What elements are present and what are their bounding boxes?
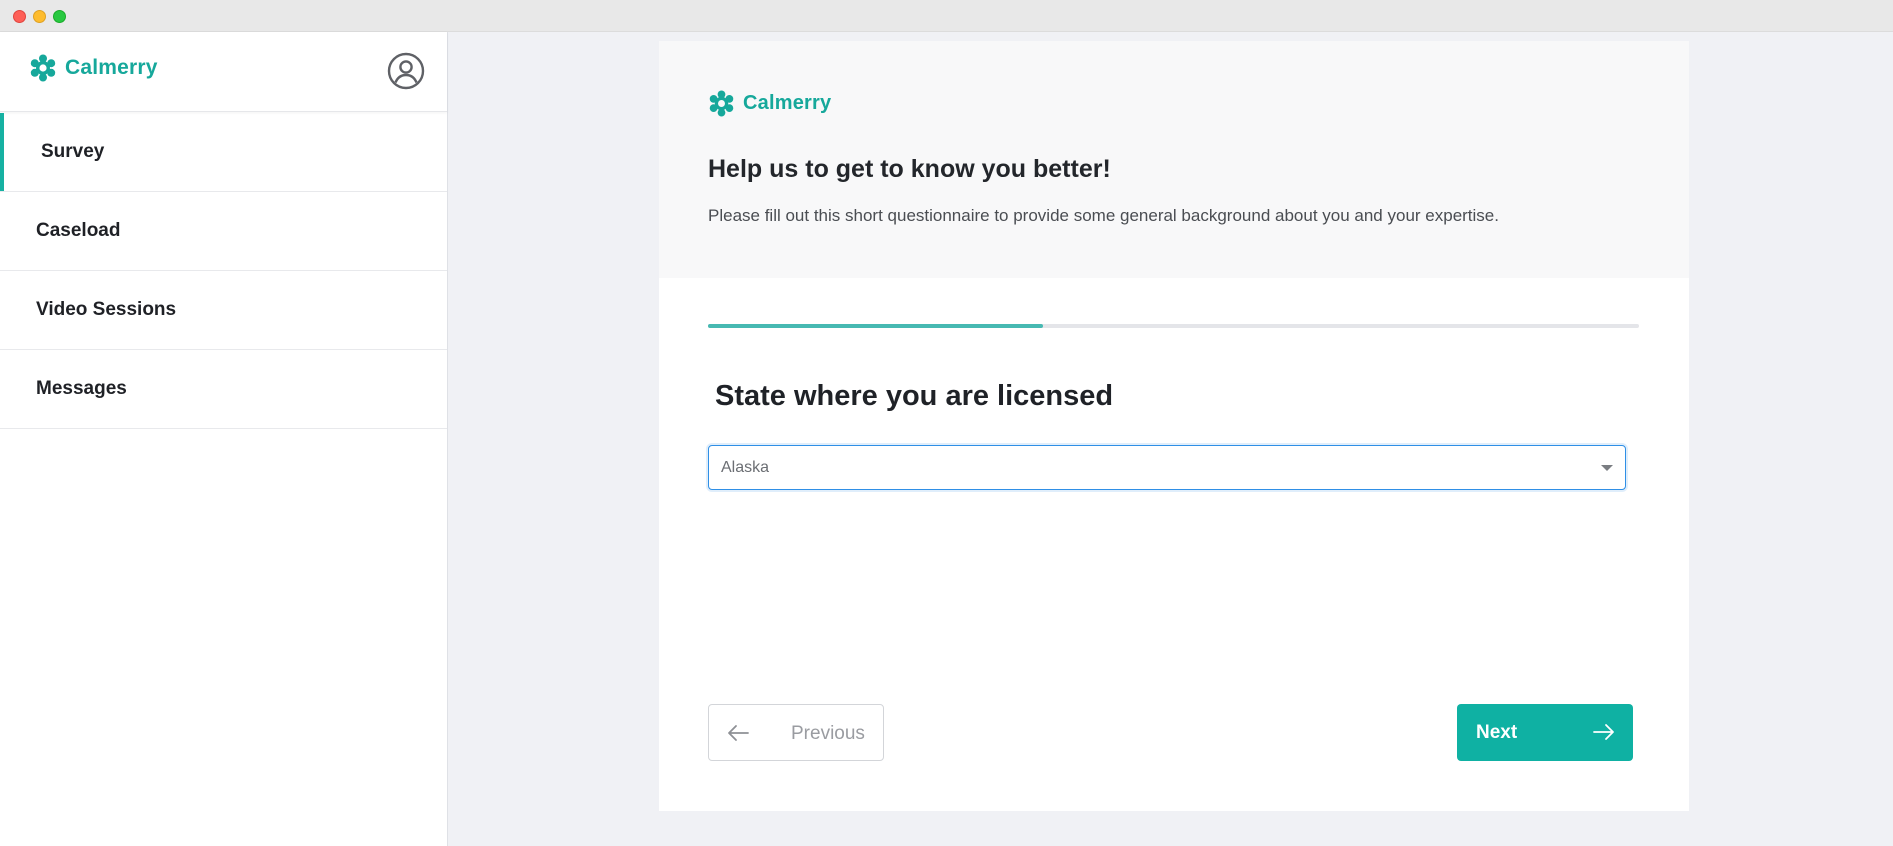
sidebar: Calmerry Survey Caseload Video Sessions	[0, 32, 448, 846]
survey-progress-fill	[708, 324, 1044, 328]
user-circle-icon[interactable]	[387, 52, 425, 90]
maximize-window-button[interactable]	[53, 10, 66, 23]
flower-logo-icon	[708, 90, 735, 117]
next-button-label: Next	[1476, 722, 1518, 743]
survey-question-card: State where you are licensed Alaska Prev…	[659, 278, 1689, 811]
brand-name: Calmerry	[65, 56, 158, 79]
survey-progress-bar	[708, 324, 1639, 328]
survey-description: Please fill out this short questionnaire…	[708, 206, 1499, 225]
arrow-left-icon	[727, 723, 749, 748]
minimize-window-button[interactable]	[33, 10, 46, 23]
sidebar-item-video-sessions[interactable]: Video Sessions	[0, 271, 447, 350]
window-titlebar	[0, 0, 1893, 32]
sidebar-nav: Survey Caseload Video Sessions Messages	[0, 113, 447, 429]
sidebar-item-label: Caseload	[36, 220, 121, 241]
survey-intro: Calmerry Help us to get to know you bett…	[659, 41, 1689, 278]
sidebar-item-messages[interactable]: Messages	[0, 350, 447, 429]
previous-button-label: Previous	[791, 723, 865, 744]
survey-title: Help us to get to know you better!	[708, 155, 1111, 183]
previous-button[interactable]: Previous	[708, 704, 884, 761]
next-button[interactable]: Next	[1457, 704, 1633, 761]
state-select-value: Alaska	[721, 458, 770, 476]
survey-brand-logo: Calmerry	[708, 90, 831, 117]
brand-logo[interactable]: Calmerry	[29, 54, 158, 82]
app-window: Calmerry Survey Caseload Video Sessions	[0, 0, 1893, 846]
sidebar-item-label: Survey	[41, 141, 105, 162]
caret-down-icon	[1601, 465, 1613, 471]
close-window-button[interactable]	[13, 10, 26, 23]
question-label: State where you are licensed	[715, 380, 1114, 412]
brand-name: Calmerry	[743, 92, 832, 114]
flower-logo-icon	[29, 54, 57, 82]
sidebar-header: Calmerry	[0, 32, 447, 112]
sidebar-item-survey[interactable]: Survey	[0, 113, 447, 192]
sidebar-item-label: Messages	[36, 378, 127, 399]
arrow-right-icon	[1593, 722, 1615, 747]
state-select[interactable]: Alaska	[708, 445, 1626, 490]
sidebar-item-caseload[interactable]: Caseload	[0, 192, 447, 271]
sidebar-item-label: Video Sessions	[36, 299, 177, 320]
